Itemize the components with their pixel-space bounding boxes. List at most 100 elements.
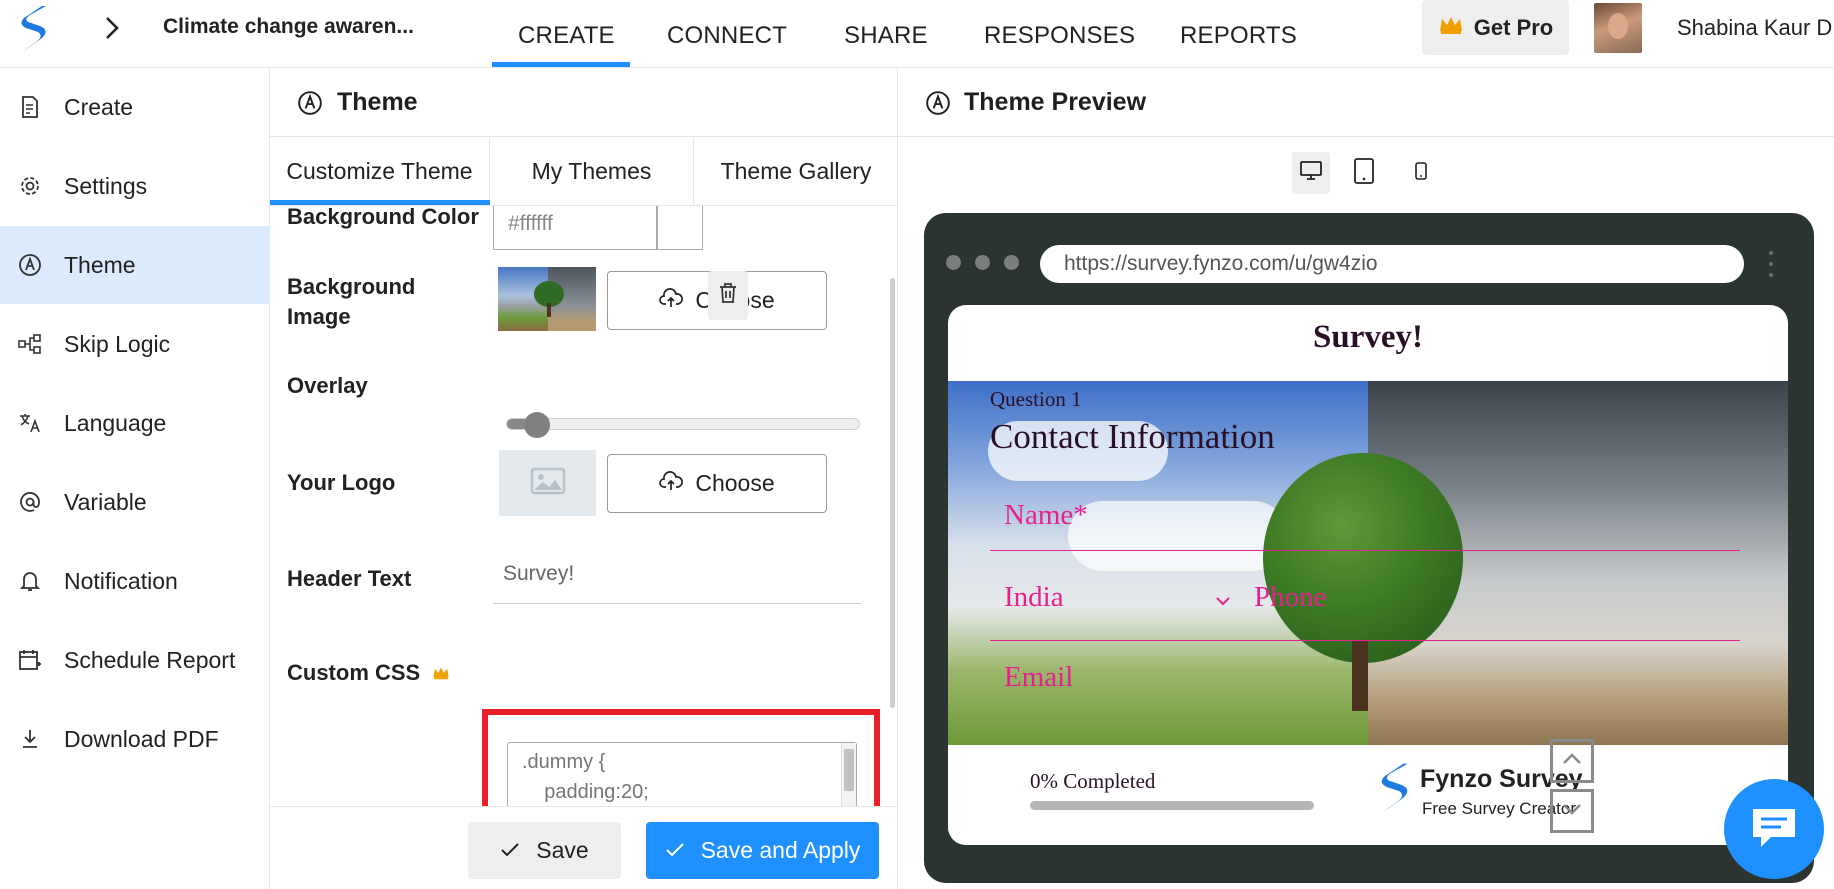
overlay-slider-track[interactable]: [506, 418, 860, 430]
background-color-swatch[interactable]: [657, 206, 703, 250]
calendar-icon: [18, 648, 42, 672]
preview-panel: Theme Preview https://survey.fynzo.com/u…: [898, 68, 1834, 889]
browser-url-bar[interactable]: https://survey.fynzo.com/u/gw4zio: [1040, 245, 1744, 283]
upload-cloud-icon: [659, 287, 684, 315]
window-dot: [946, 255, 961, 270]
top-bar: Climate change awaren... CREATE CONNECT …: [0, 0, 1834, 68]
settings-scroll-area[interactable]: Background Color #ffffff Background Imag…: [270, 206, 898, 806]
nav-share[interactable]: SHARE: [844, 22, 928, 50]
panel-scrollbar[interactable]: [890, 278, 895, 708]
crown-icon: [1438, 15, 1464, 40]
theme-icon: [925, 90, 951, 121]
question-number: Question 1: [990, 387, 1082, 411]
desktop-view-button[interactable]: [1292, 152, 1330, 194]
logo-placeholder: [499, 450, 596, 516]
user-name[interactable]: Shabina Kaur D: [1677, 15, 1832, 41]
window-dot: [1004, 255, 1019, 270]
sidebar-item-variable[interactable]: Variable: [0, 463, 270, 541]
header-text-label: Header Text: [287, 566, 412, 591]
browser-frame: https://survey.fynzo.com/u/gw4zio Survey…: [924, 213, 1814, 883]
choose-label: Choose: [695, 470, 775, 496]
nav-active-indicator: [492, 62, 630, 67]
background-color-input[interactable]: #ffffff: [493, 206, 657, 250]
name-placeholder: Name*: [1004, 499, 1088, 531]
theme-panel-title: Theme: [337, 88, 418, 116]
background-color-value: #ffffff: [508, 211, 553, 235]
sidebar: Create Settings Theme Skip Logic Languag…: [0, 68, 270, 889]
sidebar-item-create[interactable]: Create: [0, 68, 270, 146]
sidebar-item-language[interactable]: Language: [0, 384, 270, 462]
your-logo-label: Your Logo: [287, 470, 396, 495]
sidebar-item-label: Download PDF: [64, 725, 219, 752]
bell-icon: [18, 569, 42, 593]
sidebar-item-settings[interactable]: Settings: [0, 147, 270, 225]
sidebar-item-label: Schedule Report: [64, 646, 236, 673]
sidebar-item-skip-logic[interactable]: Skip Logic: [0, 305, 270, 383]
email-field[interactable]: Email: [990, 655, 1740, 695]
phone-placeholder: Phone: [1254, 581, 1327, 613]
sidebar-item-label: Variable: [64, 488, 147, 515]
nav-create[interactable]: CREATE: [518, 22, 615, 50]
avatar[interactable]: [1594, 3, 1642, 53]
window-dot: [975, 255, 990, 270]
header-text-value: Survey!: [503, 561, 575, 585]
tablet-icon: [1354, 157, 1374, 189]
save-and-apply-button[interactable]: Save and Apply: [646, 822, 879, 879]
tab-my-themes[interactable]: My Themes: [490, 138, 694, 205]
nav-connect[interactable]: CONNECT: [667, 22, 787, 50]
survey-footer: 0% Completed Fynzo Survey Free Survey Cr…: [948, 739, 1788, 845]
get-pro-button[interactable]: Get Pro: [1422, 0, 1569, 55]
sidebar-item-label: Settings: [64, 172, 148, 199]
header-text-input[interactable]: Survey!: [493, 544, 861, 604]
previous-question-button[interactable]: [1550, 739, 1594, 783]
url-text: https://survey.fynzo.com/u/gw4zio: [1064, 252, 1378, 275]
mobile-view-button[interactable]: [1414, 161, 1428, 184]
textarea-scrollbar[interactable]: [841, 743, 856, 806]
chevron-right-icon[interactable]: [100, 14, 124, 42]
country-select[interactable]: India: [1004, 581, 1064, 614]
tab-theme-gallery[interactable]: Theme Gallery: [694, 138, 898, 205]
document-icon: [18, 95, 42, 119]
sidebar-item-label: Create: [64, 93, 134, 120]
upload-cloud-icon: [659, 470, 684, 498]
sidebar-item-theme[interactable]: Theme: [0, 226, 270, 304]
name-field[interactable]: Name*: [990, 485, 1740, 551]
sidebar-item-label: Notification: [64, 567, 178, 594]
save-button[interactable]: Save: [468, 822, 621, 879]
tab-label: Customize Theme: [286, 158, 473, 184]
sidebar-item-download-pdf[interactable]: Download PDF: [0, 700, 270, 778]
chevron-down-icon[interactable]: [1215, 593, 1231, 611]
sidebar-item-label: Skip Logic: [64, 330, 171, 357]
check-icon: [500, 837, 520, 864]
survey-header-text: Survey!: [1313, 319, 1423, 355]
progress-bar: [1030, 801, 1314, 810]
delete-background-image-button[interactable]: [708, 271, 748, 320]
translate-icon: [18, 411, 42, 435]
nav-reports[interactable]: REPORTS: [1180, 22, 1297, 50]
progress-text: 0% Completed: [1030, 769, 1156, 793]
preview-title: Theme Preview: [964, 88, 1147, 116]
sidebar-item-schedule-report[interactable]: Schedule Report: [0, 621, 270, 699]
question-title: Contact Information: [990, 417, 1275, 456]
fynzo-logo[interactable]: [16, 4, 50, 54]
theme-panel: Theme Customize Theme My Themes Theme Ga…: [270, 68, 898, 889]
nav-responses[interactable]: RESPONSES: [984, 22, 1135, 50]
tab-customize-theme[interactable]: Customize Theme: [270, 138, 490, 205]
survey-preview-card: Survey! Question 1 Contact Information N…: [948, 305, 1788, 845]
tablet-view-button[interactable]: [1352, 157, 1376, 189]
chevron-down-icon: [1562, 802, 1582, 820]
overlay-slider-thumb[interactable]: [524, 412, 550, 438]
phone-field[interactable]: India Phone: [990, 565, 1740, 641]
at-icon: [18, 490, 42, 514]
survey-title[interactable]: Climate change awaren...: [163, 15, 414, 39]
custom-css-textarea[interactable]: [507, 742, 857, 806]
next-question-button[interactable]: [1550, 789, 1594, 833]
logo-choose-button[interactable]: Choose: [607, 454, 827, 513]
chat-widget-button[interactable]: [1724, 779, 1824, 879]
theme-icon: [18, 253, 42, 277]
sidebar-item-notification[interactable]: Notification: [0, 542, 270, 620]
panel-footer-divider: [270, 806, 898, 807]
browser-menu-icon[interactable]: [1768, 249, 1774, 279]
tab-label: Theme Gallery: [720, 158, 872, 184]
custom-css-label-text: Custom CSS: [287, 660, 421, 685]
